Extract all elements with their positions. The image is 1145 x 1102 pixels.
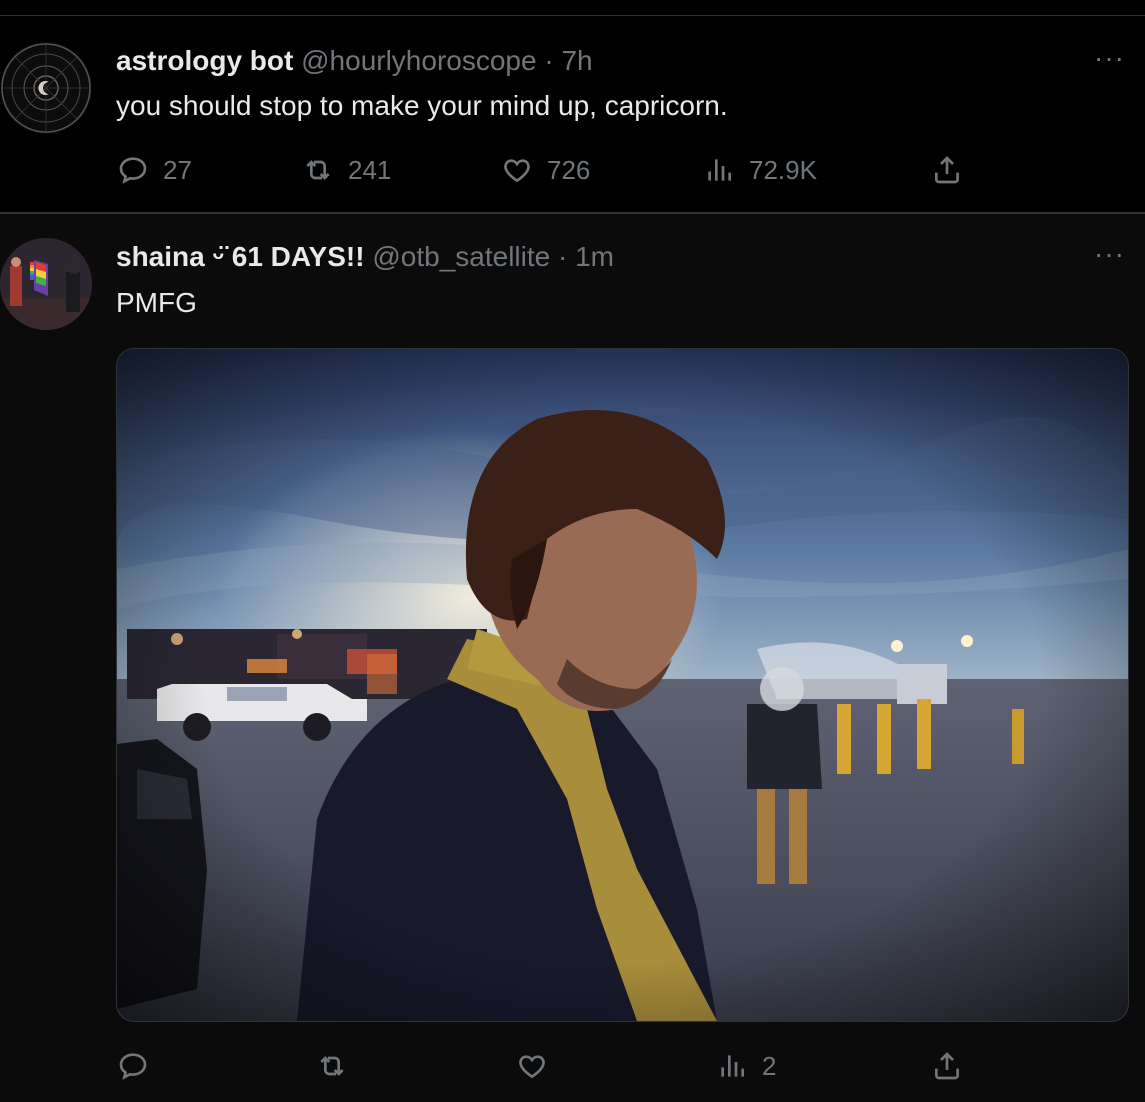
retweet-button[interactable]: 241 <box>302 154 391 186</box>
share-button[interactable] <box>931 154 963 186</box>
share-icon <box>935 1052 959 1080</box>
share-icon <box>935 156 959 184</box>
reply-count: 27 <box>163 154 192 185</box>
reply-button[interactable] <box>117 1050 149 1082</box>
tweet-header: shaina ᵕ̈ 61 DAYS!! @otb_satellite · 1m <box>116 240 614 274</box>
reply-button[interactable]: 27 <box>117 154 192 186</box>
retweet-count: 241 <box>348 154 392 185</box>
tweet-time[interactable]: 1m <box>575 241 614 272</box>
tweet-astrology-bot[interactable]: astrology bot @hourlyhoroscope · 7h ··· … <box>0 16 1145 212</box>
views-count: 2 <box>762 1050 777 1081</box>
like-button[interactable] <box>516 1050 548 1082</box>
separator-dot: · <box>557 241 568 272</box>
like-button[interactable]: 726 <box>501 154 590 186</box>
views-button[interactable]: 72.9K <box>703 154 817 186</box>
heart-icon <box>519 1055 545 1079</box>
views-icon <box>721 1055 744 1077</box>
user-handle[interactable]: @hourlyhoroscope <box>301 45 536 76</box>
tweet-shaina[interactable]: shaina ᵕ̈ 61 DAYS!! @otb_satellite · 1m … <box>0 214 1145 1102</box>
retweet-icon <box>306 160 330 180</box>
photo-man-in-parking-lot <box>117 349 1128 1021</box>
views-icon <box>708 159 731 181</box>
zodiac-wheel-icon <box>1 43 91 133</box>
views-count: 72.9K <box>749 154 817 185</box>
separator-dot: · <box>544 45 554 76</box>
tweet-text: you should stop to make your mind up, ca… <box>116 90 728 121</box>
share-button[interactable] <box>931 1050 963 1082</box>
tweet-photo[interactable] <box>116 348 1129 1022</box>
more-icon[interactable]: ··· <box>1094 42 1125 74</box>
reply-icon <box>119 157 147 184</box>
reply-icon <box>119 1053 147 1080</box>
avatar[interactable] <box>0 42 92 134</box>
retweet-icon <box>320 1056 344 1076</box>
tweet-header: astrology bot @hourlyhoroscope · 7h <box>116 44 593 78</box>
display-name[interactable]: astrology bot <box>116 45 293 76</box>
concert-photo-avatar <box>0 238 92 330</box>
tweet-text: PMFG <box>116 287 197 318</box>
tweet-time[interactable]: 7h <box>561 45 592 76</box>
avatar[interactable] <box>0 238 92 330</box>
like-count: 726 <box>547 154 591 185</box>
user-handle[interactable]: @otb_satellite <box>372 241 550 272</box>
retweet-button[interactable] <box>316 1050 348 1082</box>
display-name[interactable]: shaina ᵕ̈ 61 DAYS!! <box>116 241 365 272</box>
more-icon[interactable]: ··· <box>1094 238 1125 270</box>
views-button[interactable]: 2 <box>716 1050 776 1082</box>
heart-icon <box>504 159 530 183</box>
